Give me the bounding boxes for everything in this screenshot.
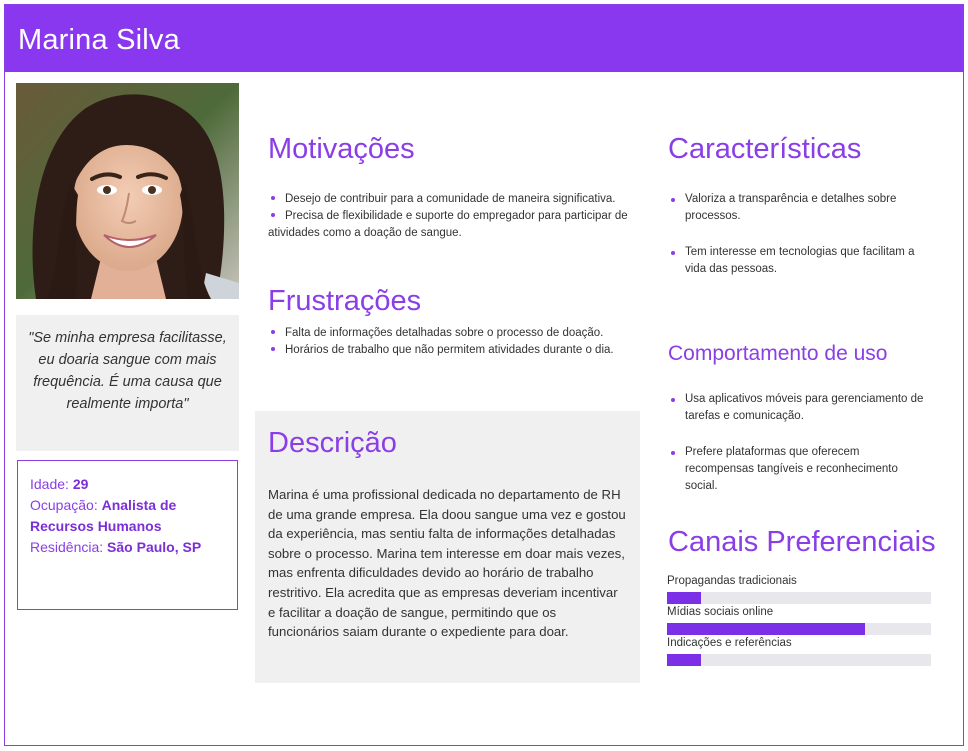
list-item: Valoriza a transparência e detalhes sobr… xyxy=(668,191,928,225)
list-item: Prefere plataformas que oferecem recompe… xyxy=(668,444,928,495)
bullet-icon xyxy=(671,398,675,402)
channel-bar-fill xyxy=(667,654,702,666)
residence-label: Residência: xyxy=(30,539,104,555)
residence-value: São Paulo, SP xyxy=(107,539,202,555)
list-item: Falta de informações detalhadas sobre o … xyxy=(268,325,628,342)
channel-bar-track xyxy=(667,623,931,635)
bullet-icon xyxy=(671,251,675,255)
age-label: Idade: xyxy=(30,476,69,492)
list-item: Tem interesse em tecnologias que facilit… xyxy=(668,244,928,278)
persona-photo xyxy=(16,83,239,299)
usage-title: Comportamento de uso xyxy=(668,342,888,365)
characteristics-title: Características xyxy=(668,133,862,165)
description-title: Descrição xyxy=(268,427,397,459)
channel-bar-track xyxy=(667,592,931,604)
bullet-icon xyxy=(671,451,675,455)
list-item: Precisa de flexibilidade e suporte do em… xyxy=(268,210,628,239)
description-panel: Descrição Marina é uma profissional dedi… xyxy=(255,411,640,683)
list-item: Usa aplicativos móveis para gerenciament… xyxy=(668,391,928,425)
channels-title: Canais Preferenciais xyxy=(668,526,936,558)
bullet-icon xyxy=(271,346,275,351)
residence-row: Residência: São Paulo, SP xyxy=(30,537,225,558)
channel-label: Indicações e referências xyxy=(667,637,792,649)
usage-list: Usa aplicativos móveis para gerenciament… xyxy=(668,391,928,495)
description-text: Marina é uma profissional dedicada no de… xyxy=(268,487,626,640)
channel-bar-fill xyxy=(667,623,865,635)
motivations-title: Motivações xyxy=(268,133,415,165)
channel-bar-track xyxy=(667,654,931,666)
quote-panel: "Se minha empresa facilitasse, eu doaria… xyxy=(16,315,239,451)
channel-label: Mídias sociais online xyxy=(667,606,774,618)
persona-name: Marina Silva xyxy=(18,24,180,56)
profile-info: Idade: 29 Ocupação: Analista de Recursos… xyxy=(17,460,238,610)
occupation-row: Ocupação: Analista de Recursos Humanos xyxy=(30,495,225,537)
portrait-illustration xyxy=(16,83,239,299)
persona-quote: "Se minha empresa facilitasse, eu doaria… xyxy=(28,330,227,412)
bullet-icon xyxy=(271,195,275,200)
frustrations-list: Falta de informações detalhadas sobre o … xyxy=(268,325,628,359)
frustrations-title: Frustrações xyxy=(268,285,422,317)
motivations-list: Desejo de contribuir para a comunidade d… xyxy=(268,191,628,242)
channel-label: Propagandas tradicionais xyxy=(667,575,797,587)
occupation-label: Ocupação: xyxy=(30,497,98,513)
age-row: Idade: 29 xyxy=(30,474,225,495)
channel-bar-fill xyxy=(667,592,702,604)
list-item: Desejo de contribuir para a comunidade d… xyxy=(268,191,628,208)
characteristics-list: Valoriza a transparência e detalhes sobr… xyxy=(668,191,928,278)
bullet-icon xyxy=(271,212,275,217)
bullet-icon xyxy=(671,198,675,202)
list-item: Horários de trabalho que não permitem at… xyxy=(268,342,628,359)
bullet-icon xyxy=(271,329,275,334)
header-bar: Marina Silva xyxy=(5,5,963,72)
age-value: 29 xyxy=(72,476,89,492)
